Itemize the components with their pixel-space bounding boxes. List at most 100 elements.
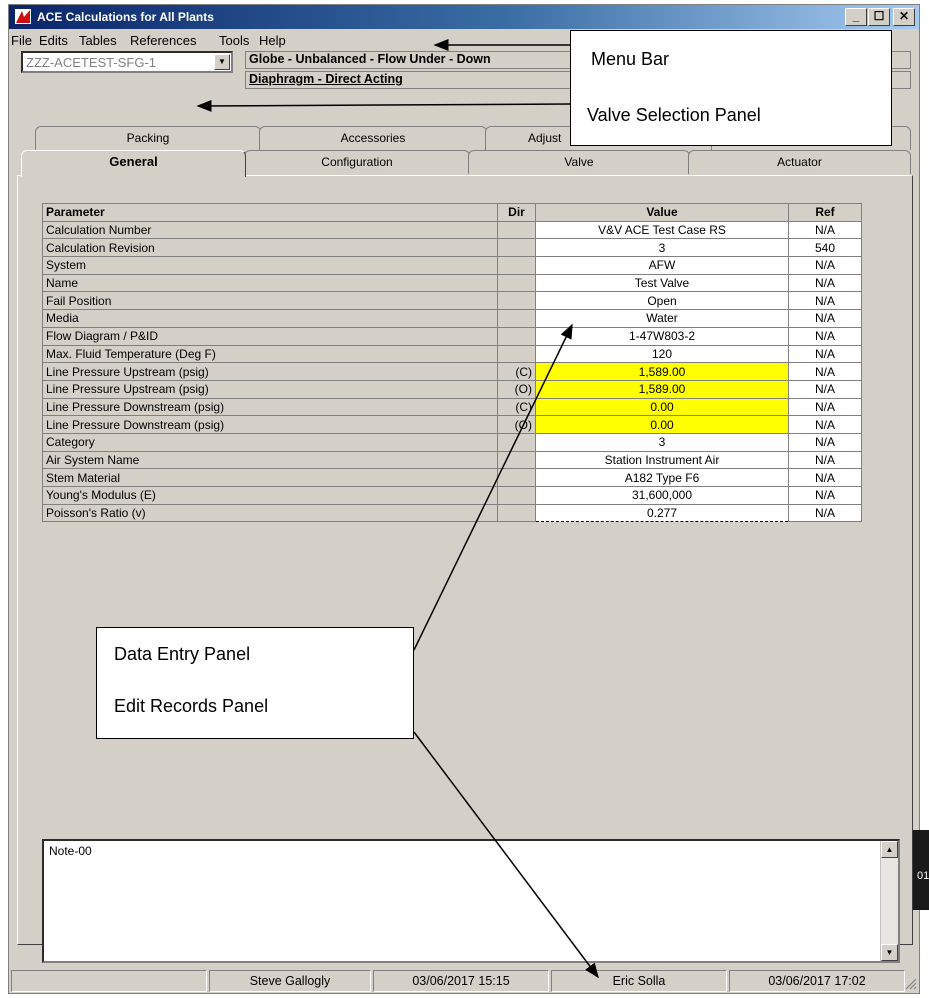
ref-cell[interactable]: N/A	[788, 503, 862, 523]
value-cell[interactable]: Test Valve	[535, 273, 789, 293]
notes-scrollbar[interactable]: ▲ ▼	[880, 841, 898, 961]
status-modified-by: Eric Solla	[551, 970, 727, 992]
value-cell[interactable]: 1,589.00	[535, 362, 789, 381]
param-cell: Max. Fluid Temperature (Deg F)	[42, 344, 498, 364]
value-cell[interactable]: Water	[535, 309, 789, 328]
ref-cell[interactable]: N/A	[788, 291, 862, 311]
ref-cell[interactable]: N/A	[788, 486, 862, 505]
value-cell[interactable]: Open	[535, 291, 789, 311]
param-cell: Air System Name	[42, 450, 498, 470]
menu-tools[interactable]: Tools	[219, 33, 249, 48]
value-cell[interactable]: V&V ACE Test Case RS	[535, 220, 789, 240]
ref-cell[interactable]: N/A	[788, 468, 862, 487]
ref-cell[interactable]: N/A	[788, 379, 862, 399]
ref-cell[interactable]: 540	[788, 238, 862, 258]
ref-cell[interactable]: N/A	[788, 362, 862, 381]
value-cell[interactable]: 0.277	[535, 503, 789, 523]
dir-cell	[497, 326, 536, 346]
value-cell[interactable]: 31,600,000	[535, 486, 789, 505]
dir-cell	[497, 344, 536, 364]
value-cell[interactable]: A182 Type F6	[535, 468, 789, 487]
ref-cell[interactable]: N/A	[788, 344, 862, 364]
menu-file[interactable]: File	[11, 33, 32, 48]
dir-cell: (O)	[497, 379, 536, 399]
scroll-up-icon[interactable]: ▲	[881, 841, 898, 858]
table-row[interactable]: Line Pressure Upstream (psig) (C) 1,589.00…	[42, 362, 862, 381]
ref-cell[interactable]: N/A	[788, 326, 862, 346]
notes-textarea[interactable]: Note-00 ▲ ▼	[42, 839, 900, 963]
close-button[interactable]: ✕	[893, 8, 915, 26]
valve-select-dropdown[interactable]: ZZZ-ACETEST-SFG-1 ▼	[21, 51, 233, 73]
ref-cell[interactable]: N/A	[788, 415, 862, 434]
value-cell[interactable]: 3	[535, 238, 789, 258]
menu-help[interactable]: Help	[259, 33, 286, 48]
callout-data-entry-panel: Data Entry Panel	[114, 644, 251, 664]
value-cell[interactable]: 3	[535, 432, 789, 452]
maximize-button[interactable]: ☐	[868, 8, 890, 26]
dir-cell	[497, 273, 536, 293]
ref-cell[interactable]: N/A	[788, 220, 862, 240]
table-row[interactable]: Line Pressure Downstream (psig) (C) 0.00 N/…	[42, 397, 862, 417]
value-cell[interactable]: 1,589.00	[535, 379, 789, 399]
table-row[interactable]: Line Pressure Downstream (psig) (O) 0.00 N/…	[42, 415, 862, 434]
table-row[interactable]: Fail Position Open N/A	[42, 291, 862, 311]
table-row[interactable]: Calculation Number V&V ACE Test Case RS N/…	[42, 220, 862, 240]
status-blank	[11, 970, 207, 992]
table-row[interactable]: System AFW N/A	[42, 256, 862, 275]
table-row[interactable]: Flow Diagram / P&ID 1-47W803-2 N/A	[42, 326, 862, 346]
tab-configuration[interactable]: Configuration	[244, 150, 470, 174]
value-cell[interactable]: 120	[535, 344, 789, 364]
table-row[interactable]: Air System Name Station Instrument Air N/A	[42, 450, 862, 470]
scroll-down-icon[interactable]: ▼	[881, 944, 898, 961]
ref-cell[interactable]: N/A	[788, 309, 862, 328]
value-cell[interactable]: 0.00	[535, 397, 789, 417]
menu-bar: File Edits Tables References Tools Help	[9, 30, 609, 50]
tab-actuator[interactable]: Actuator	[688, 150, 911, 174]
ref-cell[interactable]: N/A	[788, 273, 862, 293]
tab-packing[interactable]: Packing	[35, 126, 261, 150]
header-dir[interactable]: Dir	[497, 203, 536, 222]
dir-cell	[497, 256, 536, 275]
ref-cell[interactable]: N/A	[788, 450, 862, 470]
table-row[interactable]: Poisson's Ratio (v) 0.277 N/A	[42, 503, 862, 523]
param-cell: Line Pressure Downstream (psig)	[42, 397, 498, 417]
table-row[interactable]: Category 3 N/A	[42, 432, 862, 452]
grid-body: Calculation Number V&V ACE Test Case RS N/…	[42, 220, 862, 523]
value-cell[interactable]: Station Instrument Air	[535, 450, 789, 470]
title-bar[interactable]: ACE Calculations for All Plants _ ☐ ✕	[9, 5, 919, 29]
table-row[interactable]: Stem Material A182 Type F6 N/A	[42, 468, 862, 487]
callout-data-edit: Data Entry Panel Edit Records Panel	[96, 627, 414, 739]
param-cell: Calculation Revision	[42, 238, 498, 258]
ref-cell[interactable]: N/A	[788, 256, 862, 275]
notes-text: Note-00	[49, 844, 92, 858]
tab-valve[interactable]: Valve	[468, 150, 690, 174]
value-cell[interactable]: 0.00	[535, 415, 789, 434]
dir-cell: (O)	[497, 415, 536, 434]
status-bar: Steve Gallogly 03/06/2017 15:15 Eric Sol…	[9, 968, 919, 994]
app-logo-icon	[15, 9, 31, 24]
tab-accessories[interactable]: Accessories	[259, 126, 487, 150]
value-cell[interactable]: 1-47W803-2	[535, 326, 789, 346]
ref-cell[interactable]: N/A	[788, 397, 862, 417]
table-row[interactable]: Media Water N/A	[42, 309, 862, 328]
table-row[interactable]: Name Test Valve N/A	[42, 273, 862, 293]
header-value[interactable]: Value	[535, 203, 789, 222]
resize-grip-icon[interactable]	[903, 976, 917, 990]
table-row[interactable]: Calculation Revision 3 540	[42, 238, 862, 258]
value-cell[interactable]: AFW	[535, 256, 789, 275]
header-ref[interactable]: Ref	[788, 203, 862, 222]
table-row[interactable]: Line Pressure Upstream (psig) (O) 1,589.00…	[42, 379, 862, 399]
table-row[interactable]: Max. Fluid Temperature (Deg F) 120 N/A	[42, 344, 862, 364]
menu-edits[interactable]: Edits	[39, 33, 68, 48]
data-entry-grid: Parameter Dir Value Ref Calculation Numb…	[42, 203, 862, 523]
minimize-button[interactable]: _	[845, 8, 867, 26]
chevron-down-icon[interactable]: ▼	[214, 54, 230, 70]
tab-general[interactable]: General	[21, 150, 246, 177]
callout-edit-records-panel: Edit Records Panel	[114, 696, 269, 716]
param-cell: Line Pressure Upstream (psig)	[42, 362, 498, 381]
ref-cell[interactable]: N/A	[788, 432, 862, 452]
table-row[interactable]: Young's Modulus (E) 31,600,000 N/A	[42, 486, 862, 505]
menu-references[interactable]: References	[130, 33, 196, 48]
menu-tables[interactable]: Tables	[79, 33, 117, 48]
header-parameter[interactable]: Parameter	[42, 203, 498, 222]
